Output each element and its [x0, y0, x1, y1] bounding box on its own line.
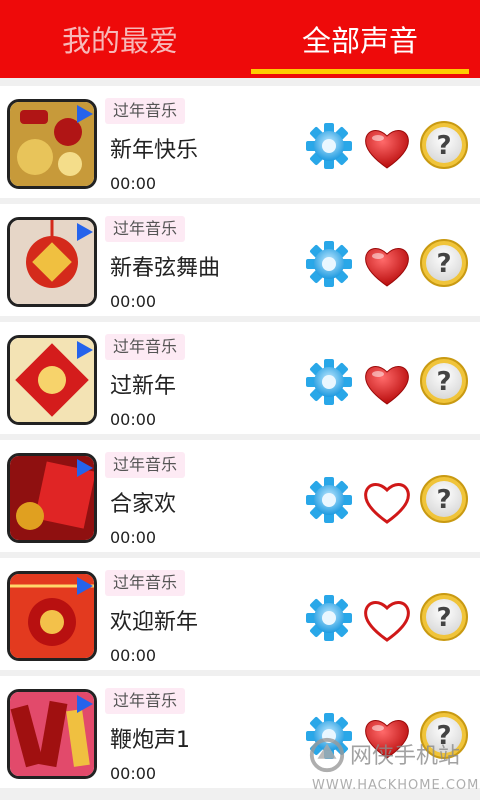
svg-text:?: ? [436, 249, 451, 279]
help-icon[interactable]: ? [418, 119, 470, 171]
play-icon[interactable] [77, 223, 93, 241]
category-tag: 过年音乐 [105, 98, 186, 124]
sound-thumbnail[interactable] [7, 335, 97, 425]
sound-title: 新春弦舞曲 [110, 256, 221, 281]
sound-duration: 00:00 [110, 410, 157, 429]
play-icon[interactable] [77, 695, 93, 713]
watermark: 网侠手机站 WWW.HACKHOME.COM [300, 728, 480, 800]
svg-text:?: ? [436, 603, 451, 633]
category-tag: 过年音乐 [105, 216, 186, 242]
play-icon[interactable] [77, 577, 93, 595]
gear-icon[interactable] [305, 358, 353, 406]
list-item[interactable]: 过年音乐 欢迎新年 00:00 ? [0, 558, 480, 670]
svg-text:?: ? [436, 131, 451, 161]
list-item[interactable]: 过年音乐 过新年 00:00 ? [0, 322, 480, 434]
sound-duration: 00:00 [110, 528, 157, 547]
help-icon[interactable]: ? [418, 591, 470, 643]
play-icon[interactable] [77, 105, 93, 123]
list-item[interactable]: 过年音乐 新年快乐 00:00 ? [0, 86, 480, 198]
tab-favorites[interactable]: 我的最爱 [0, 0, 240, 78]
watermark-logo-icon [309, 737, 345, 773]
sound-thumbnail[interactable] [7, 689, 97, 779]
sound-title: 合家欢 [110, 492, 177, 517]
gear-icon[interactable] [305, 476, 353, 524]
heart-icon[interactable] [362, 360, 412, 406]
list-item[interactable]: 过年音乐 新春弦舞曲 00:00 ? [0, 204, 480, 316]
category-tag: 过年音乐 [105, 334, 186, 360]
help-icon[interactable]: ? [418, 473, 470, 525]
sound-title: 过新年 [110, 374, 177, 399]
sound-title: 欢迎新年 [110, 610, 199, 635]
sound-duration: 00:00 [110, 764, 157, 783]
sound-duration: 00:00 [110, 646, 157, 665]
heart-icon[interactable] [362, 596, 412, 642]
sound-list: 过年音乐 新年快乐 00:00 ? 过年音乐 新春弦舞曲 00:00 ? 过年音… [0, 86, 480, 794]
sound-title: 鞭炮声1 [110, 728, 190, 753]
play-icon[interactable] [77, 341, 93, 359]
category-tag: 过年音乐 [105, 688, 186, 714]
active-tab-indicator [251, 69, 469, 74]
svg-text:?: ? [436, 485, 451, 515]
sound-thumbnail[interactable] [7, 453, 97, 543]
sound-duration: 00:00 [110, 292, 157, 311]
svg-text:?: ? [436, 367, 451, 397]
help-icon[interactable]: ? [418, 237, 470, 289]
heart-icon[interactable] [362, 478, 412, 524]
sound-thumbnail[interactable] [7, 99, 97, 189]
list-item[interactable]: 过年音乐 合家欢 00:00 ? [0, 440, 480, 552]
watermark-text: 网侠手机站 [350, 744, 461, 769]
category-tag: 过年音乐 [105, 570, 186, 596]
help-icon[interactable]: ? [418, 355, 470, 407]
sound-title: 新年快乐 [110, 138, 199, 163]
gear-icon[interactable] [305, 594, 353, 642]
watermark-url: WWW.HACKHOME.COM [312, 778, 480, 793]
heart-icon[interactable] [362, 124, 412, 170]
gear-icon[interactable] [305, 240, 353, 288]
sound-thumbnail[interactable] [7, 571, 97, 661]
sound-thumbnail[interactable] [7, 217, 97, 307]
category-tag: 过年音乐 [105, 452, 186, 478]
gear-icon[interactable] [305, 122, 353, 170]
tab-all-sounds[interactable]: 全部声音 [240, 0, 480, 78]
tab-bar: 我的最爱 全部声音 [0, 0, 480, 78]
sound-duration: 00:00 [110, 174, 157, 193]
play-icon[interactable] [77, 459, 93, 477]
heart-icon[interactable] [362, 242, 412, 288]
